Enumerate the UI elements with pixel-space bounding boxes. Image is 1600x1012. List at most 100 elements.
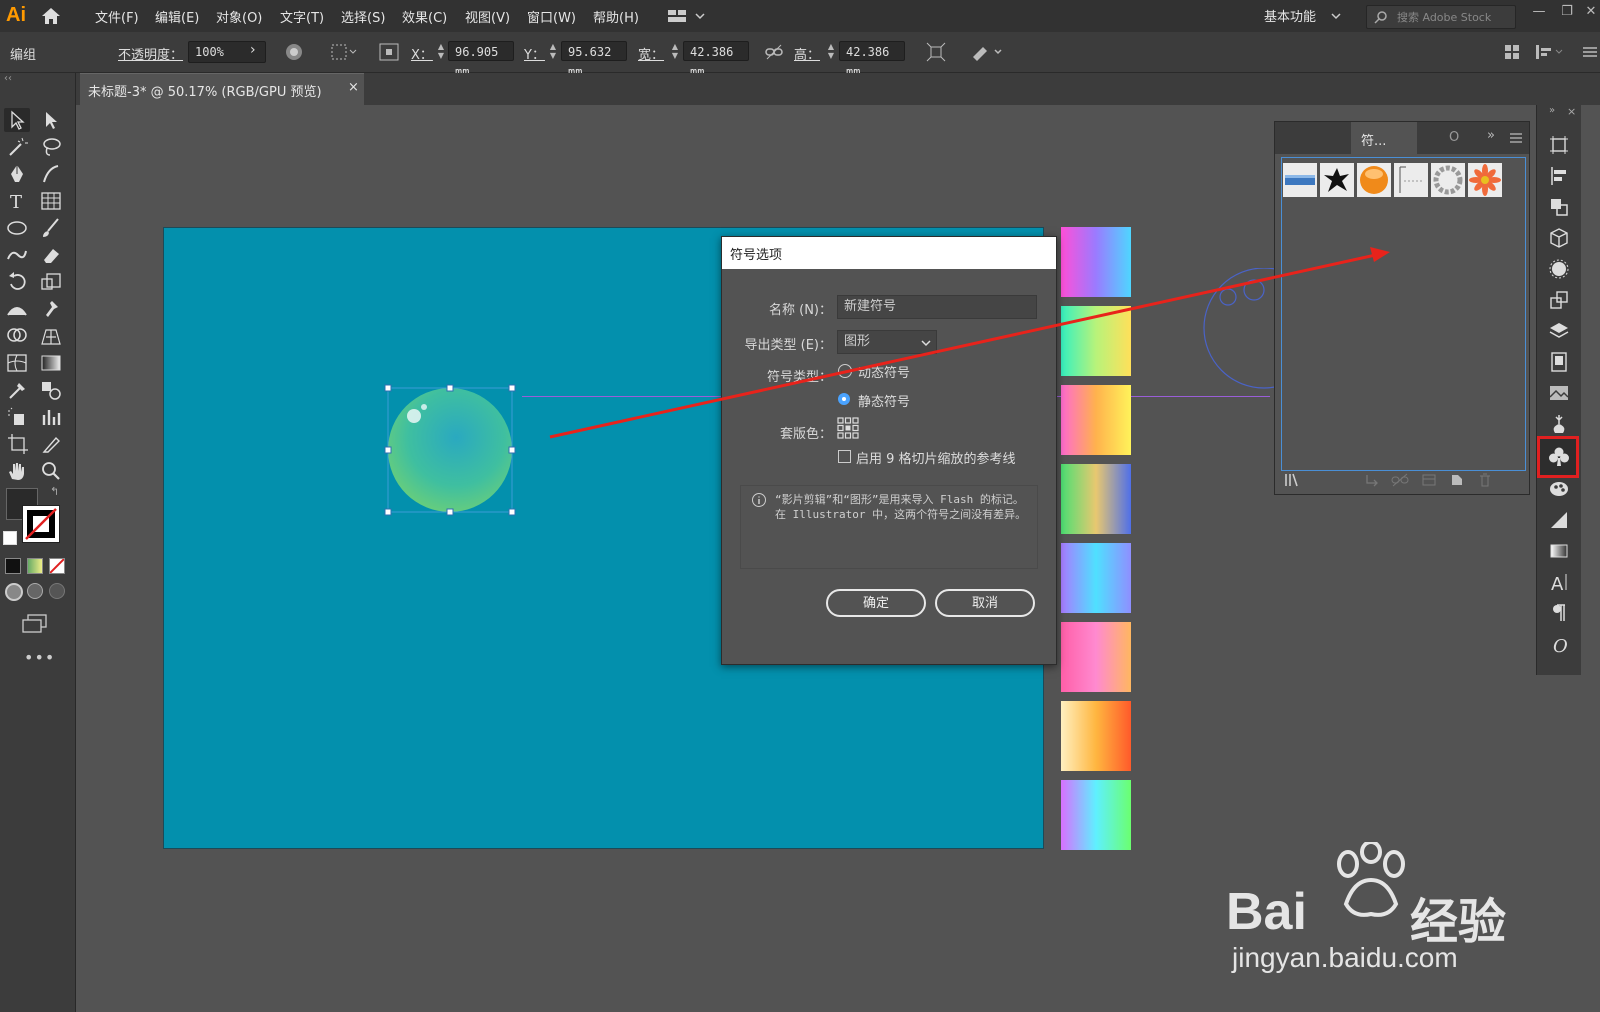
menu-edit[interactable]: 编辑(E) [155,7,199,26]
gradient-panel-icon[interactable] [1547,539,1571,563]
close-tab-icon[interactable]: × [348,80,359,95]
transform-panel-icon[interactable] [1547,133,1571,157]
symbol-item[interactable] [1357,163,1391,197]
color-guide-icon[interactable] [1547,477,1571,501]
close-dock-icon[interactable]: × [1567,105,1576,118]
draw-normal-icon[interactable] [5,583,23,601]
tab-other[interactable]: O [1449,130,1459,145]
type-tool-icon[interactable]: T [4,189,30,213]
menu-select[interactable]: 选择(S) [341,7,385,26]
y-input[interactable]: 95.632 mm [561,41,627,79]
y-stepper[interactable]: ▲ ▼ [548,42,558,60]
delete-symbol-icon[interactable] [1477,472,1493,488]
expand-panel-icon[interactable]: » [1487,128,1495,143]
zoom-tool-icon[interactable] [38,459,64,483]
symbol-options-icon[interactable] [1421,472,1437,488]
slice-tool-icon[interactable] [38,432,64,456]
ellipse-tool-icon[interactable] [4,216,30,240]
shape-builder-tool-icon[interactable] [4,324,30,348]
rotate-tool-icon[interactable] [4,270,30,294]
opentype-panel-icon[interactable]: O [1547,632,1571,656]
appearance-panel-icon[interactable] [1547,257,1571,281]
layers-panel-icon[interactable] [1547,319,1571,343]
registration-point-grid-icon[interactable] [837,417,859,439]
document-tab[interactable]: 未标题-3* @ 50.17% (RGB/GPU 预览) × [80,73,364,106]
brushes-panel-icon[interactable] [1547,412,1571,436]
pen-tool-icon[interactable] [4,162,30,186]
place-symbol-instance-icon[interactable] [1363,472,1381,488]
cancel-button[interactable]: 取消 [935,589,1035,617]
puppet-warp-tool-icon[interactable] [38,297,64,321]
arrange-panels-icon[interactable] [1502,42,1522,62]
reference-point-icon[interactable] [378,42,400,62]
constrain-proportions-icon[interactable] [764,42,784,62]
gradient-mode-icon[interactable] [27,558,43,574]
mesh-tool-icon[interactable] [4,351,30,375]
height-input[interactable]: 42.386 mm [839,41,905,79]
symbol-item[interactable] [1320,163,1354,197]
symbol-item[interactable] [1468,163,1502,197]
menu-window[interactable]: 窗口(W) [527,7,576,26]
stroke-swatch[interactable] [22,505,60,543]
recolor-artwork-icon[interactable] [284,42,304,62]
stock-search-input[interactable]: 搜索 Adobe Stock [1366,5,1516,29]
shaper-tool-icon[interactable] [4,243,30,267]
export-type-select[interactable]: 图形 [837,330,937,354]
column-graph-tool-icon[interactable] [38,405,64,429]
menu-help[interactable]: 帮助(H) [593,7,639,26]
direct-selection-tool-icon[interactable] [38,108,64,132]
perspective-grid-tool-icon[interactable] [38,324,64,348]
home-icon[interactable] [40,6,62,26]
symbols-panel-icon[interactable] [1547,445,1571,469]
magic-wand-tool-icon[interactable] [4,135,30,159]
static-symbol-radio[interactable]: 静态符号 [838,391,1038,411]
paintbrush-tool-icon[interactable] [38,216,64,240]
height-stepper[interactable]: ▲ ▼ [826,42,836,60]
image-trace-icon[interactable] [1547,381,1571,405]
stroke-panel-icon[interactable] [1547,508,1571,532]
width-tool-icon[interactable] [4,297,30,321]
eraser-tool-icon[interactable] [38,243,64,267]
ok-button[interactable]: 确定 [826,589,926,617]
x-stepper[interactable]: ▲ ▼ [436,42,446,60]
screen-mode-icon[interactable] [20,613,50,635]
panel-menu-icon[interactable] [1509,131,1523,145]
symbol-library-area[interactable] [1281,157,1526,471]
default-fill-stroke-icon[interactable] [3,531,17,545]
menu-view[interactable]: 视图(V) [465,7,510,26]
workspace-switcher[interactable]: 基本功能 [1264,6,1316,25]
3d-panel-icon[interactable] [1547,226,1571,250]
new-symbol-icon[interactable] [1449,472,1465,488]
artboards-panel-icon[interactable] [1547,350,1571,374]
hand-tool-icon[interactable] [4,459,30,483]
gradient-swatch[interactable] [1061,780,1131,850]
width-stepper[interactable]: ▲ ▼ [670,42,680,60]
symbol-name-input[interactable]: 新建符号 [837,295,1037,319]
gradient-swatch[interactable] [1061,227,1131,297]
dynamic-symbol-radio[interactable]: 动态符号 [838,362,1038,382]
gradient-tool-icon[interactable] [38,351,64,375]
panel-menu-icon[interactable] [1580,42,1600,62]
collapse-toolbar-icon[interactable]: ‹‹ [4,73,12,84]
nine-slice-checkbox[interactable]: 启用 9 格切片缩放的参考线 [838,448,1050,468]
scale-tool-icon[interactable] [38,270,64,294]
bubble-symbol-artwork[interactable] [380,380,520,520]
menu-file[interactable]: 文件(F) [95,7,139,26]
edit-toolbar-icon[interactable]: ••• [24,648,55,667]
minimize-icon[interactable]: — [1528,4,1550,22]
draw-inside-icon[interactable] [49,583,65,599]
blend-tool-icon[interactable] [38,378,64,402]
symbol-libraries-menu-icon[interactable] [1283,472,1305,488]
none-mode-icon[interactable] [49,558,65,574]
chevron-right-icon[interactable]: › [250,42,256,58]
symbol-item[interactable] [1431,163,1465,197]
character-panel-icon[interactable]: A [1547,570,1571,594]
expand-dock-icon[interactable]: » [1549,105,1555,116]
swap-fill-stroke-icon[interactable]: ↰ [50,485,59,498]
opacity-label[interactable]: 不透明度： [118,44,183,63]
align-panel-icon[interactable] [1547,164,1571,188]
curvature-tool-icon[interactable] [38,162,64,186]
arrange-documents-icon[interactable] [668,8,708,24]
symbol-sprayer-tool-icon[interactable] [4,405,30,429]
artboard-tool-icon[interactable] [4,432,30,456]
